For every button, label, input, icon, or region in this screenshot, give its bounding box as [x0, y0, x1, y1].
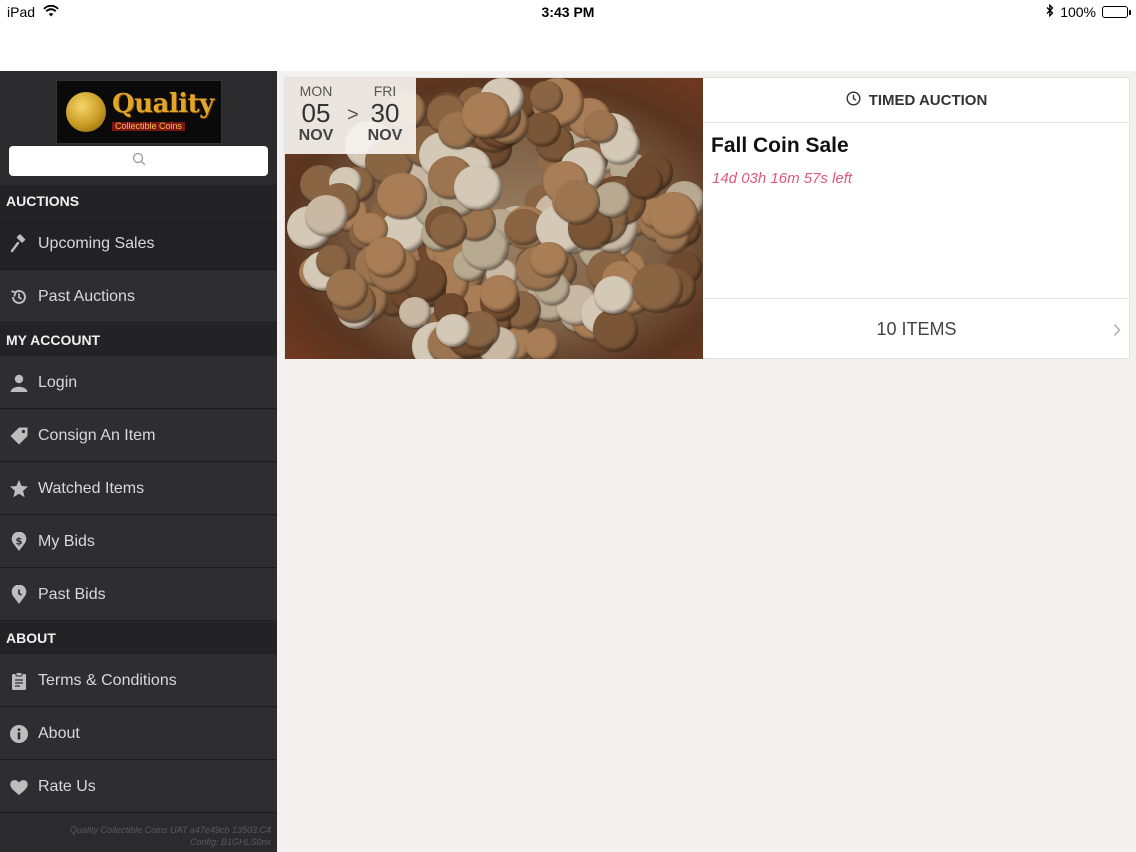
clock: 3:43 PM — [541, 4, 595, 20]
start-dow: MON — [299, 83, 333, 99]
sidebar-item-label: Upcoming Sales — [38, 234, 155, 252]
sidebar-item-rate-us[interactable]: Rate Us — [0, 761, 277, 813]
version-info: Quality Collectible Coins UAT a47e49cb 1… — [0, 824, 271, 848]
coin-decoration — [593, 308, 638, 351]
section-header-auctions: AUCTIONS — [0, 185, 277, 217]
sidebar-item-past-bids[interactable]: Past Bids — [0, 569, 277, 621]
coin-decoration — [649, 192, 698, 239]
user-icon — [0, 373, 38, 393]
sidebar-item-login[interactable]: Login — [0, 357, 277, 409]
sidebar-item-label: Past Bids — [38, 585, 106, 603]
info-icon — [0, 724, 38, 744]
coin-decoration — [480, 274, 520, 313]
end-day: 30 — [370, 98, 400, 128]
start-date: MON 05 NOV — [285, 78, 347, 154]
coin-decoration — [325, 269, 368, 310]
clock-icon — [0, 584, 38, 605]
battery-icon — [1102, 6, 1131, 18]
sidebar-item-upcoming-sales[interactable]: Upcoming Sales — [0, 218, 277, 270]
logo-title: Quality — [112, 89, 214, 119]
config-line: Config: B1GHLS0nx — [189, 837, 271, 847]
countdown-timer: 14d 03h 16m 57s left — [712, 170, 853, 187]
coin-decoration — [377, 172, 427, 220]
coin-decoration — [304, 194, 348, 236]
sidebar-item-label: Login — [38, 373, 78, 391]
sidebar-item-label: Rate Us — [38, 777, 96, 795]
sidebar-item-label: Consign An Item — [38, 426, 156, 444]
status-bar: iPad 3:43 PM 100% — [0, 0, 1136, 24]
battery-percent: 100% — [1060, 4, 1096, 20]
date-range-badge: MON 05 NOV > FRI 30 NOV — [285, 78, 416, 154]
sidebar: Quality Collectible Coins AUCTIONS Upcom… — [0, 71, 277, 852]
gold-coin-icon — [66, 92, 106, 132]
clock-icon — [846, 90, 861, 110]
sidebar-item-about[interactable]: About — [0, 708, 277, 760]
end-date: FRI 30 NOV — [354, 78, 416, 154]
sidebar-item-consign[interactable]: Consign An Item — [0, 410, 277, 462]
sidebar-item-label: Watched Items — [38, 479, 145, 497]
dollar-icon: $ — [0, 531, 38, 552]
items-button[interactable]: 10 ITEMS — [703, 298, 1130, 359]
auction-image[interactable]: MON 05 NOV > FRI 30 NOV — [285, 78, 703, 359]
sidebar-item-past-auctions[interactable]: Past Auctions — [0, 271, 277, 323]
history-icon — [0, 287, 38, 307]
clipboard-icon — [0, 671, 38, 691]
bluetooth-icon — [1046, 3, 1054, 20]
chevron-right-icon — [1113, 321, 1121, 342]
coin-decoration — [525, 328, 559, 359]
sidebar-item-my-bids[interactable]: $ My Bids — [0, 516, 277, 568]
date-separator: > — [347, 104, 359, 126]
auction-type-header: TIMED AUCTION — [703, 78, 1130, 123]
end-month: NOV — [367, 127, 403, 144]
search-icon — [132, 152, 146, 171]
coin-decoration — [529, 80, 563, 113]
auction-card[interactable]: MON 05 NOV > FRI 30 NOV TIMED AUCTION Fa — [284, 77, 1130, 359]
sidebar-item-watched-items[interactable]: Watched Items — [0, 463, 277, 515]
section-header-about: ABOUT — [0, 622, 277, 654]
coin-decoration — [398, 297, 432, 328]
version-line: Quality Collectible Coins UAT a47e49cb 1… — [70, 825, 271, 835]
logo-subtitle: Collectible Coins — [112, 122, 186, 131]
sidebar-item-label: Terms & Conditions — [38, 671, 177, 689]
search-input[interactable] — [9, 146, 268, 176]
sidebar-item-label: Past Auctions — [38, 287, 135, 305]
star-icon — [0, 479, 38, 499]
gavel-icon — [0, 233, 38, 254]
items-count: 10 ITEMS — [876, 318, 957, 339]
start-month: NOV — [298, 127, 334, 144]
svg-text:$: $ — [16, 536, 23, 547]
coin-decoration — [529, 241, 568, 278]
coin-decoration — [364, 237, 407, 277]
coin-decoration — [462, 92, 510, 138]
sidebar-item-label: My Bids — [38, 532, 95, 550]
sidebar-item-terms[interactable]: Terms & Conditions — [0, 655, 277, 707]
heart-icon — [0, 777, 38, 797]
coin-decoration — [525, 112, 561, 146]
start-day: 05 — [301, 98, 331, 128]
auction-info: TIMED AUCTION Fall Coin Sale 14d 03h 16m… — [703, 78, 1130, 359]
coin-decoration — [453, 164, 502, 211]
auction-type-label: TIMED AUCTION — [868, 91, 988, 109]
coin-decoration — [554, 180, 601, 224]
coin-decoration — [435, 314, 471, 348]
main-content: MON 05 NOV > FRI 30 NOV TIMED AUCTION Fa — [277, 71, 1136, 852]
tag-icon — [0, 426, 38, 446]
section-header-my-account: MY ACCOUNT — [0, 324, 277, 356]
sale-title[interactable]: Fall Coin Sale — [711, 134, 849, 158]
coin-decoration — [625, 163, 664, 200]
end-dow: FRI — [373, 83, 397, 99]
logo: Quality Collectible Coins — [56, 80, 222, 144]
sidebar-item-label: About — [38, 724, 80, 742]
